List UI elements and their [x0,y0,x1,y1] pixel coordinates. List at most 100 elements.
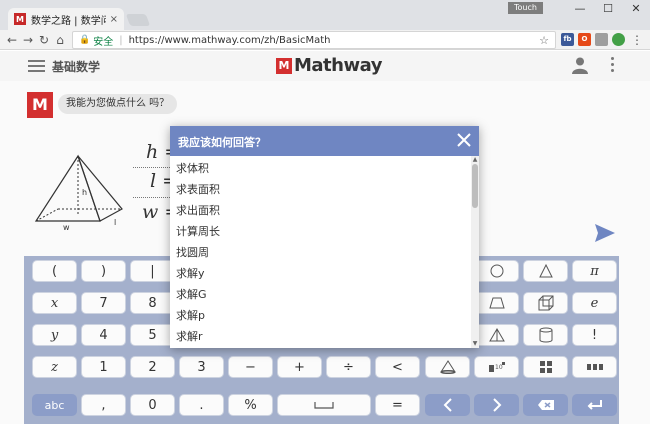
key-cylinder[interactable] [523,324,568,346]
key-minus[interactable]: − [228,356,273,378]
key-x[interactable]: x [32,292,77,314]
tab-close-icon[interactable]: × [110,14,118,25]
key-divide[interactable]: ÷ [326,356,371,378]
circle-icon [490,264,503,278]
key-cursor-right[interactable] [474,394,519,416]
new-tab-button[interactable] [125,14,151,26]
key-8[interactable]: 8 [130,292,175,314]
key-abc[interactable]: abc [32,394,77,416]
pyramid-figure: h w l [34,154,123,231]
tab-title: 数学之路 | 数学问题的解 [31,15,106,27]
pyramid-height-label: h [82,188,87,197]
browser-menu-icon[interactable]: ⋮ [629,32,645,48]
key-2[interactable]: 2 [130,356,175,378]
key-enter[interactable] [572,394,617,416]
key-backspace[interactable] [523,394,568,416]
key-space[interactable] [277,394,371,416]
key-y[interactable]: y [32,324,77,346]
option-find-perimeter[interactable]: 计算周长 [176,223,220,239]
user-icon[interactable] [571,56,589,74]
option-solve-y[interactable]: 求解y [176,265,205,281]
key-cube[interactable] [523,292,568,314]
option-solve-r[interactable]: 求解r [176,328,203,344]
key-cursor-left[interactable] [425,394,470,416]
key-close-paren[interactable]: ) [81,260,126,282]
mathway-logo[interactable]: M Mathway [276,55,382,76]
hamburger-menu-icon[interactable] [28,60,45,72]
key-4[interactable]: 4 [81,324,126,346]
option-find-area[interactable]: 求出面积 [176,202,220,218]
key-pi[interactable]: π [572,260,617,282]
more-options-icon[interactable] [610,57,616,75]
key-open-paren[interactable]: ( [32,260,77,282]
dialog-header: 我应该如何回答？ [170,126,479,156]
browser-tab[interactable]: M 数学之路 | 数学问题的解 × [8,8,124,30]
dialog-title: 我应该如何回答？ [178,136,266,149]
address-bar[interactable]: 🔒 安全 | https://www.mathway.com/zh/BasicM… [72,31,556,49]
maximize-button[interactable]: ☐ [594,2,622,16]
svg-text:10: 10 [495,364,503,371]
dialog-scrollbar[interactable]: ▲ ▼ [471,156,479,348]
subject-title[interactable]: 基础数学 [52,58,100,75]
key-0[interactable]: 0 [130,394,175,416]
key-7[interactable]: 7 [81,292,126,314]
key-more-functions[interactable] [572,356,617,378]
key-3[interactable]: 3 [179,356,224,378]
key-z[interactable]: z [32,356,77,378]
minimize-button[interactable]: — [566,2,594,16]
key-less-than[interactable]: < [375,356,420,378]
pyramid-icon [488,328,505,342]
option-find-surface-area[interactable]: 求表面积 [176,181,220,197]
option-solve-p[interactable]: 求解p [176,307,205,323]
key-sci-notation[interactable]: 10 [474,356,519,378]
forward-arrow-icon[interactable]: → [20,32,36,48]
reload-icon[interactable]: ↻ [36,32,52,48]
key-5[interactable]: 5 [130,324,175,346]
pyramid-width-label: w [63,223,70,231]
pyramid-length-label: l [114,218,116,227]
close-window-button[interactable]: ✕ [622,2,650,16]
facebook-extension-icon[interactable]: fb [561,33,574,46]
key-cone[interactable] [425,356,470,378]
option-find-volume[interactable]: 求体积 [176,160,209,176]
key-comma[interactable]: , [81,394,126,416]
key-circle[interactable] [474,260,519,282]
scrollbar-thumb[interactable] [472,164,478,208]
screenshot-extension-icon[interactable] [595,33,608,46]
option-solve-g[interactable]: 求解G [176,286,207,302]
mathway-app: 基础数学 M Mathway M 我能为您做点什么 吗？ h w l h = l… [0,51,650,424]
bookmark-star-icon[interactable]: ☆ [539,34,549,47]
close-icon[interactable] [455,131,473,149]
key-percent[interactable]: % [228,394,273,416]
key-pyramid[interactable] [474,324,519,346]
key-trapezoid[interactable] [474,292,519,314]
secure-label: 安全 [93,36,114,48]
backspace-icon [537,400,554,410]
scroll-down-icon[interactable]: ▼ [471,340,479,347]
app-header: 基础数学 M Mathway [0,51,650,81]
url-text: https://www.mathway.com/zh/BasicMath [128,34,331,46]
mathway-favicon-icon: M [14,13,26,25]
option-find-circumference[interactable]: 找圆周 [176,244,209,260]
key-e[interactable]: e [572,292,617,314]
home-icon[interactable]: ⌂ [52,32,68,48]
send-arrow-icon[interactable] [594,223,616,243]
key-plus[interactable]: + [277,356,322,378]
back-arrow-icon[interactable]: ← [4,32,20,48]
key-decimal[interactable]: . [179,394,224,416]
scroll-up-icon[interactable]: ▲ [471,156,479,163]
key-triangle[interactable] [523,260,568,282]
chrome-extension-icon[interactable] [612,33,625,46]
key-abs[interactable]: | [130,260,175,282]
key-1[interactable]: 1 [81,356,126,378]
office-extension-icon[interactable]: O [578,33,591,46]
touch-mode-label: Touch [508,2,543,14]
mathway-logo-mark-icon: M [276,57,292,74]
key-factorial[interactable]: ! [572,324,617,346]
lock-icon: 🔒 [79,35,91,45]
key-matrix[interactable] [523,356,568,378]
key-equals[interactable]: = [375,394,420,416]
answer-type-dialog: 我应该如何回答？ 求体积 求表面积 求出面积 计算周长 找圆周 求解y 求解G … [170,126,479,348]
bot-avatar: M [27,92,53,118]
equation-var-l: l [150,170,157,192]
